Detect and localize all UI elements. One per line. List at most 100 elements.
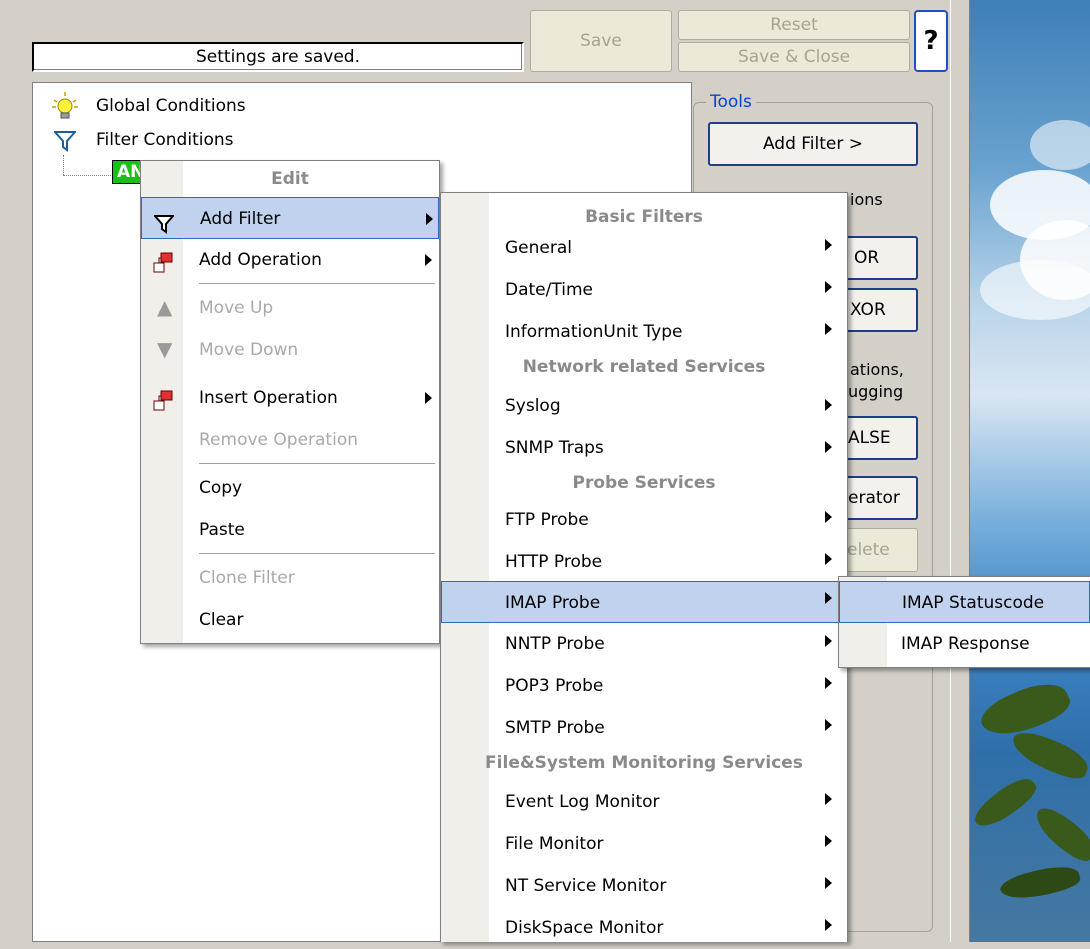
menu-item-label: Move Down <box>199 340 299 360</box>
menu-item-imap-probe[interactable]: IMAP Probe <box>441 581 847 623</box>
menu-item-clone-filter[interactable]: Clone Filter <box>141 557 439 599</box>
menu-item-label: Copy <box>199 478 243 498</box>
menu-item-snmp-traps[interactable]: SNMP Traps <box>441 427 847 469</box>
menu-item-label: IMAP Response <box>901 634 1030 654</box>
submenu-arrow-icon <box>825 719 832 731</box>
menu-separator <box>199 463 435 464</box>
menu-item-label: NT Service Monitor <box>505 876 667 896</box>
submenu-arrow-icon <box>825 441 832 453</box>
section-header-probe-services: Probe Services <box>572 473 716 493</box>
menu-item-move-up[interactable]: ▲ Move Up <box>141 287 439 329</box>
submenu-arrow-icon <box>825 592 832 604</box>
menu-item-label: IMAP Statuscode <box>902 593 1045 613</box>
tree-connector <box>63 175 113 176</box>
menu-item-smtp-probe[interactable]: SMTP Probe <box>441 707 847 749</box>
status-message: Settings are saved. <box>32 42 524 72</box>
tree-connector <box>63 155 64 175</box>
menu-item-event-log-monitor[interactable]: Event Log Monitor <box>441 781 847 823</box>
help-button[interactable]: ? <box>914 10 948 72</box>
menu-item-label: Remove Operation <box>199 430 358 450</box>
section-header-filesystem-services: File&System Monitoring Services <box>485 753 803 773</box>
menu-item-add-filter[interactable]: Add Filter <box>141 197 439 239</box>
menu-separator <box>199 553 435 554</box>
menu-item-datetime[interactable]: Date/Time <box>441 269 847 311</box>
submenu-arrow-icon <box>825 793 832 805</box>
menu-separator <box>199 283 435 284</box>
menu-item-file-monitor[interactable]: File Monitor <box>441 823 847 865</box>
tools-info-line-2: ugging <box>848 382 904 401</box>
menu-item-label: FTP Probe <box>505 510 589 530</box>
submenu-arrow-icon <box>825 553 832 565</box>
add-filter-submenu: Basic Filters General Date/Time Informat… <box>440 192 848 942</box>
submenu-arrow-icon <box>825 877 832 889</box>
menu-item-nt-service-monitor[interactable]: NT Service Monitor <box>441 865 847 907</box>
menu-item-syslog[interactable]: Syslog <box>441 385 847 427</box>
tree-node-filter-conditions[interactable]: Filter Conditions <box>96 130 234 150</box>
menu-item-remove-operation[interactable]: Remove Operation <box>141 419 439 461</box>
menu-item-label: Event Log Monitor <box>505 792 660 812</box>
menu-item-paste[interactable]: Paste <box>141 509 439 551</box>
menu-item-add-operation[interactable]: Add Operation <box>141 239 439 281</box>
tools-info-line-1: ations, <box>850 360 904 379</box>
delete-button[interactable]: elete <box>840 528 918 572</box>
menu-item-insert-operation[interactable]: Insert Operation <box>141 377 439 419</box>
menu-item-general[interactable]: General <box>441 227 847 269</box>
lightbulb-icon <box>52 92 78 122</box>
submenu-arrow-icon <box>825 511 832 523</box>
reset-button[interactable]: Reset <box>678 10 910 40</box>
false-button[interactable]: ALSE <box>840 416 918 460</box>
menu-item-clear[interactable]: Clear <box>141 599 439 641</box>
menu-item-label: Syslog <box>505 396 561 416</box>
add-filter-tool-button[interactable]: Add Filter > <box>708 122 918 166</box>
menu-item-move-down[interactable]: ▼ Move Down <box>141 329 439 371</box>
background-image <box>969 0 1090 942</box>
submenu-arrow-icon <box>825 281 832 293</box>
menu-item-label: Date/Time <box>505 280 593 300</box>
submenu-arrow-icon <box>825 239 832 251</box>
save-button[interactable]: Save <box>530 10 672 72</box>
menu-item-label: Clone Filter <box>199 568 295 588</box>
menu-item-imap-response[interactable]: IMAP Response <box>839 623 1090 665</box>
menu-item-pop3-probe[interactable]: POP3 Probe <box>441 665 847 707</box>
menu-item-nntp-probe[interactable]: NNTP Probe <box>441 623 847 665</box>
menu-item-http-probe[interactable]: HTTP Probe <box>441 541 847 583</box>
submenu-arrow-icon <box>825 399 832 411</box>
filter-icon <box>152 208 176 234</box>
submenu-arrow-icon <box>825 835 832 847</box>
menu-item-label: General <box>505 238 572 258</box>
submenu-arrow-icon <box>825 677 832 689</box>
xor-button[interactable]: XOR <box>840 288 918 332</box>
menu-item-label: DiskSpace Monitor <box>505 918 664 938</box>
menu-item-label: SMTP Probe <box>505 718 605 738</box>
menu-item-ftp-probe[interactable]: FTP Probe <box>441 499 847 541</box>
operator-button[interactable]: erator <box>840 476 918 520</box>
menu-item-label: NNTP Probe <box>505 634 605 654</box>
menu-item-label: IMAP Probe <box>505 593 601 613</box>
menu-item-label: SNMP Traps <box>505 438 604 458</box>
menu-item-label: Move Up <box>199 298 274 318</box>
submenu-arrow-icon <box>425 392 432 404</box>
menu-item-diskspace-monitor[interactable]: DiskSpace Monitor <box>441 907 847 949</box>
menu-item-label: InformationUnit Type <box>505 322 683 342</box>
menu-item-copy[interactable]: Copy <box>141 467 439 509</box>
menu-item-label: File Monitor <box>505 834 604 854</box>
imap-probe-submenu: IMAP Statuscode IMAP Response <box>838 576 1090 668</box>
tools-operations-label: ions <box>850 190 883 209</box>
filter-funnel-icon <box>52 130 78 152</box>
menu-header-edit: Edit <box>271 169 309 189</box>
tree-node-global-conditions[interactable]: Global Conditions <box>96 96 246 116</box>
section-header-network-services: Network related Services <box>522 357 766 377</box>
menu-item-label: Add Operation <box>199 250 322 270</box>
submenu-arrow-icon <box>825 323 832 335</box>
save-close-button[interactable]: Save & Close <box>678 42 910 72</box>
operation-icon <box>151 249 175 273</box>
menu-item-imap-statuscode[interactable]: IMAP Statuscode <box>839 581 1090 623</box>
panel-splitter[interactable] <box>950 0 970 942</box>
submenu-arrow-icon <box>425 254 432 266</box>
menu-item-label: POP3 Probe <box>505 676 604 696</box>
menu-item-label: Paste <box>199 520 245 540</box>
operation-icon <box>151 387 175 411</box>
or-button[interactable]: OR <box>840 236 918 280</box>
menu-item-informationunit-type[interactable]: InformationUnit Type <box>441 311 847 353</box>
arrow-down-icon: ▼ <box>157 337 173 361</box>
